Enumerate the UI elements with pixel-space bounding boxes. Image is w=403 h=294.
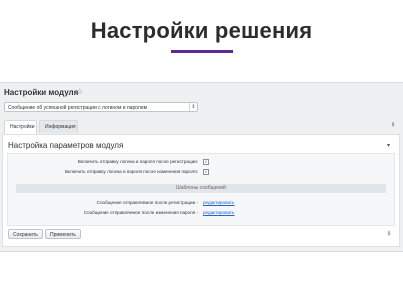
message-select[interactable]: Сообщение об успешной регистрации с логи… (4, 102, 198, 112)
settings-form: Включить отправку логина и пароля после … (7, 153, 395, 226)
apply-button[interactable]: Применить (45, 229, 81, 239)
edit-link-password-change[interactable]: редактировать (203, 210, 234, 215)
tab-info[interactable]: Информация (39, 120, 78, 133)
template-label-registration: Сообщение отправляемое после регистрации… (96, 200, 198, 205)
chevron-updown-icon: ⇕ (189, 103, 197, 111)
option-label-password-change: Включить отправку логина и пароля после … (64, 169, 198, 174)
tab-settings[interactable]: Настройки (4, 120, 37, 134)
pin-icon[interactable]: ⫫ (388, 231, 391, 238)
module-settings-panel: Настройки модуля ☆ Сообщение об успешной… (0, 82, 403, 252)
select-value: Сообщение об успешной регистрации с логи… (8, 105, 148, 111)
edit-link-registration[interactable]: редактировать (203, 200, 234, 205)
pin-icon[interactable]: ⫫ (392, 122, 395, 129)
checkbox-registration[interactable]: ✓ (203, 159, 209, 165)
templates-header: Шаблоны сообщений (16, 184, 386, 193)
hero-underline (171, 50, 233, 53)
checkbox-password-change[interactable]: ✓ (203, 169, 209, 175)
hero-title: Настройки решения (90, 18, 313, 43)
option-label-registration: Включить отправку логина и пароля после … (77, 159, 198, 164)
settings-content: Настройка параметров модуля ▾ Включить о… (2, 134, 400, 247)
save-button[interactable]: Сохранить (8, 229, 43, 239)
section-title: Настройка параметров модуля (8, 141, 124, 150)
template-label-password-change: Сообщение отправляемое после изменения п… (83, 210, 198, 215)
panel-title: Настройки модуля (4, 88, 79, 97)
star-icon[interactable]: ☆ (76, 87, 83, 96)
chevron-down-icon[interactable]: ▾ (387, 142, 390, 149)
